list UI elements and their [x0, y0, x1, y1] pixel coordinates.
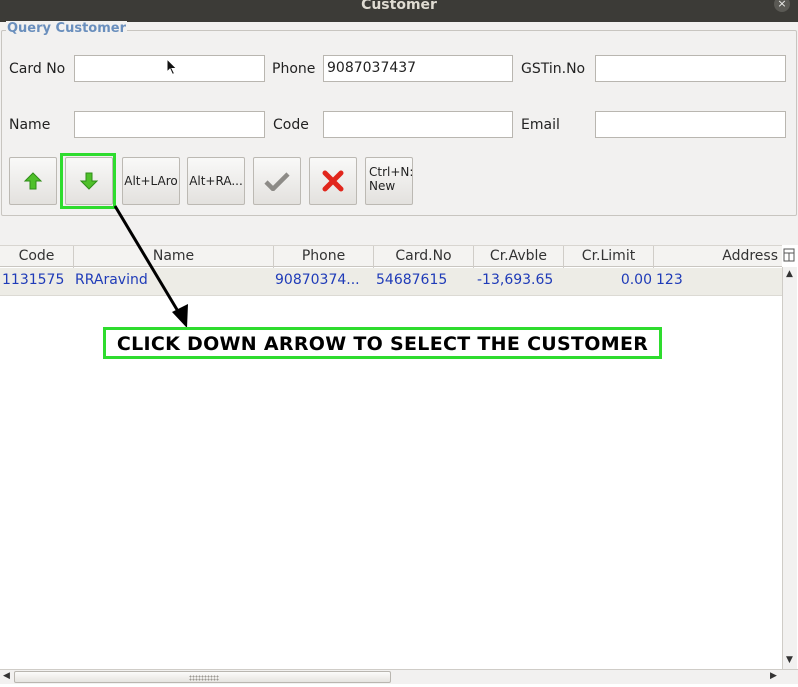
instruction-text: CLICK DOWN ARROW TO SELECT THE CUSTOMER	[116, 333, 649, 355]
instruction-callout: CLICK DOWN ARROW TO SELECT THE CUSTOMER	[103, 327, 662, 359]
